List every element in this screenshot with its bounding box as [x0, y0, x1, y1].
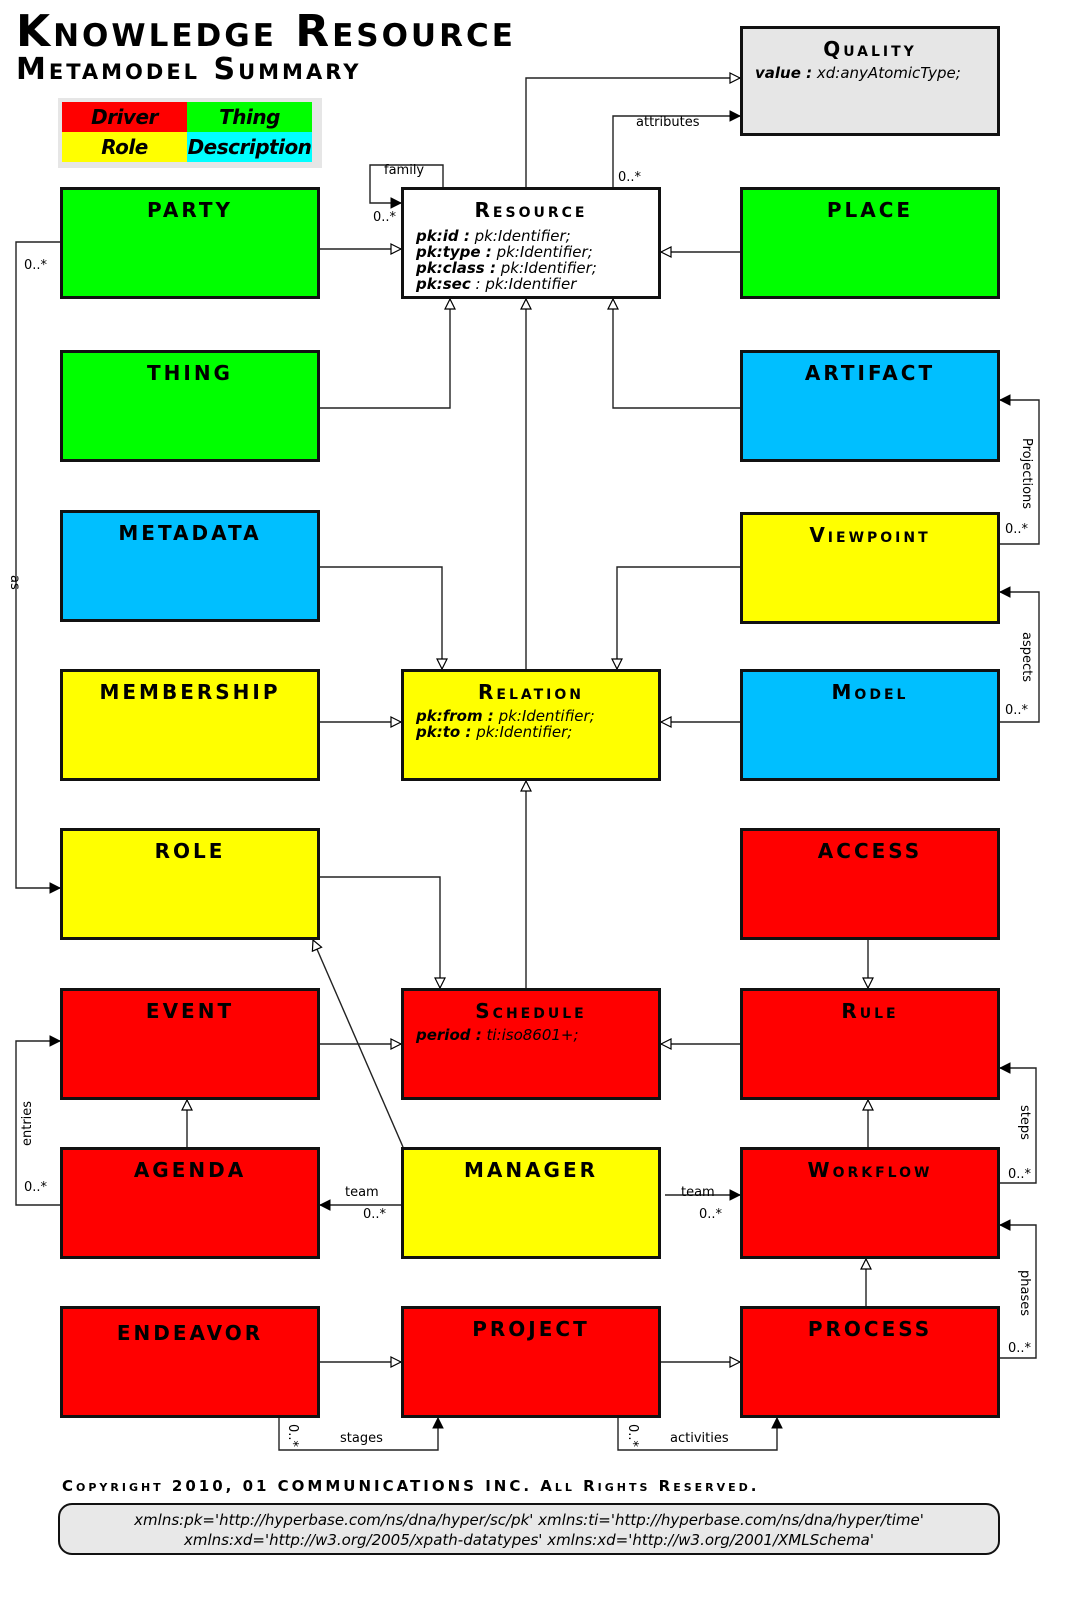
label-projections: Projections: [1019, 438, 1034, 510]
mult-stages: 0..*: [285, 1424, 300, 1448]
link-thing-resource: [320, 299, 450, 409]
label-entries: entries: [20, 1100, 35, 1146]
attr-key: period :: [416, 1026, 482, 1044]
class-party[interactable]: PARTY: [60, 187, 320, 299]
class-viewpoint[interactable]: Viewpoint: [740, 512, 1000, 624]
class-name: PROJECT: [472, 1317, 590, 1341]
namespace-line-2: xmlns:xd='http://w3.org/2005/xpath-datat…: [184, 1531, 874, 1549]
class-name: PARTY: [147, 198, 233, 222]
class-name: AGENDA: [133, 1158, 247, 1182]
class-artifact[interactable]: ARTIFACT: [740, 350, 1000, 462]
label-as: as: [7, 575, 22, 590]
label-team-right: team: [681, 1185, 715, 1200]
class-schedule[interactable]: Schedule period : ti:iso8601+;: [401, 988, 661, 1100]
class-process[interactable]: PROCESS: [740, 1306, 1000, 1418]
class-attributes: period : ti:iso8601+;: [416, 1027, 658, 1043]
class-role[interactable]: ROLE: [60, 828, 320, 940]
label-family: family: [384, 163, 425, 178]
class-attributes: pk:id : pk:Identifier; pk:type : pk:Iden…: [416, 228, 658, 292]
mult-entries: 0..*: [24, 1180, 48, 1195]
attr-key: pk:sec: [416, 275, 471, 293]
class-name: ENDEAVOR: [116, 1321, 264, 1345]
mult-as: 0..*: [24, 258, 48, 273]
class-name: Rule: [841, 999, 899, 1023]
namespace-box: xmlns:pk='http://hyperbase.com/ns/dna/hy…: [58, 1503, 1000, 1555]
attr-type: : pk:Identifier: [475, 275, 577, 293]
mult-projections: 0..*: [1005, 522, 1029, 537]
attr-key: value :: [755, 64, 813, 82]
mult-attributes: 0..*: [618, 170, 642, 185]
copyright-notice: Copyright 2010, 01 COMMUNICATIONS INC. A…: [62, 1477, 760, 1495]
class-name: Relation: [477, 680, 584, 704]
class-name: MANAGER: [463, 1158, 599, 1182]
class-model[interactable]: Model: [740, 669, 1000, 781]
label-attributes: attributes: [636, 115, 700, 130]
class-name: METADATA: [118, 521, 262, 545]
mult-family: 0..*: [373, 210, 397, 225]
class-thing[interactable]: THING: [60, 350, 320, 462]
class-access[interactable]: ACCESS: [740, 828, 1000, 940]
mult-activities: 0..*: [625, 1424, 640, 1448]
label-aspects: aspects: [1019, 632, 1034, 683]
mult-phases: 0..*: [1008, 1341, 1032, 1356]
namespace-line-1: xmlns:pk='http://hyperbase.com/ns/dna/hy…: [134, 1511, 924, 1529]
class-rule[interactable]: Rule: [740, 988, 1000, 1100]
label-phases: phases: [1017, 1270, 1032, 1317]
label-stages: stages: [340, 1431, 383, 1446]
link-viewpoint-relation: [617, 566, 740, 669]
class-endeavor[interactable]: ENDEAVOR: [60, 1306, 320, 1418]
class-name: EVENT: [145, 999, 235, 1023]
class-name: Schedule: [475, 999, 587, 1023]
attr-type: ti:iso8601+;: [486, 1026, 579, 1044]
class-name: PLACE: [826, 198, 914, 222]
label-steps: steps: [1017, 1105, 1032, 1140]
class-name: Workflow: [807, 1158, 933, 1182]
attr-key: pk:to :: [416, 723, 472, 741]
class-name: MEMBERSHIP: [99, 680, 281, 704]
class-name: Quality: [823, 37, 917, 61]
class-name: Viewpoint: [809, 523, 931, 547]
class-name: THING: [147, 361, 233, 385]
class-attributes: value : xd:anyAtomicType;: [755, 65, 997, 81]
class-name: Resource: [474, 198, 588, 222]
link-role-schedule: [320, 876, 440, 988]
class-name: Model: [831, 680, 909, 704]
mult-steps: 0..*: [1008, 1167, 1032, 1182]
class-metadata[interactable]: METADATA: [60, 510, 320, 622]
class-attributes: pk:from : pk:Identifier; pk:to : pk:Iden…: [416, 708, 658, 740]
class-relation[interactable]: Relation pk:from : pk:Identifier; pk:to …: [401, 669, 661, 781]
class-name: ROLE: [154, 839, 226, 863]
link-party-role-as: [15, 241, 60, 888]
class-event[interactable]: EVENT: [60, 988, 320, 1100]
class-name: PROCESS: [807, 1317, 933, 1341]
attr-type: xd:anyAtomicType;: [816, 64, 961, 82]
link-metadata-relation: [320, 566, 442, 669]
attr-type: pk:Identifier;: [476, 723, 573, 741]
class-project[interactable]: PROJECT: [401, 1306, 661, 1418]
class-name: ARTIFACT: [804, 361, 936, 385]
label-activities: activities: [670, 1431, 729, 1446]
label-team-left: team: [345, 1185, 379, 1200]
mult-aspects: 0..*: [1005, 703, 1029, 718]
class-agenda[interactable]: AGENDA: [60, 1147, 320, 1259]
mult-team-right: 0..*: [699, 1207, 723, 1222]
mult-team-left: 0..*: [363, 1207, 387, 1222]
class-quality[interactable]: Quality value : xd:anyAtomicType;: [740, 26, 1000, 136]
class-place[interactable]: PLACE: [740, 187, 1000, 299]
class-name: ACCESS: [817, 839, 923, 863]
class-manager[interactable]: MANAGER: [401, 1147, 661, 1259]
class-resource[interactable]: Resource pk:id : pk:Identifier; pk:type …: [401, 187, 661, 299]
link-artifact-resource: [613, 299, 740, 409]
class-workflow[interactable]: Workflow: [740, 1147, 1000, 1259]
class-membership[interactable]: MEMBERSHIP: [60, 669, 320, 781]
